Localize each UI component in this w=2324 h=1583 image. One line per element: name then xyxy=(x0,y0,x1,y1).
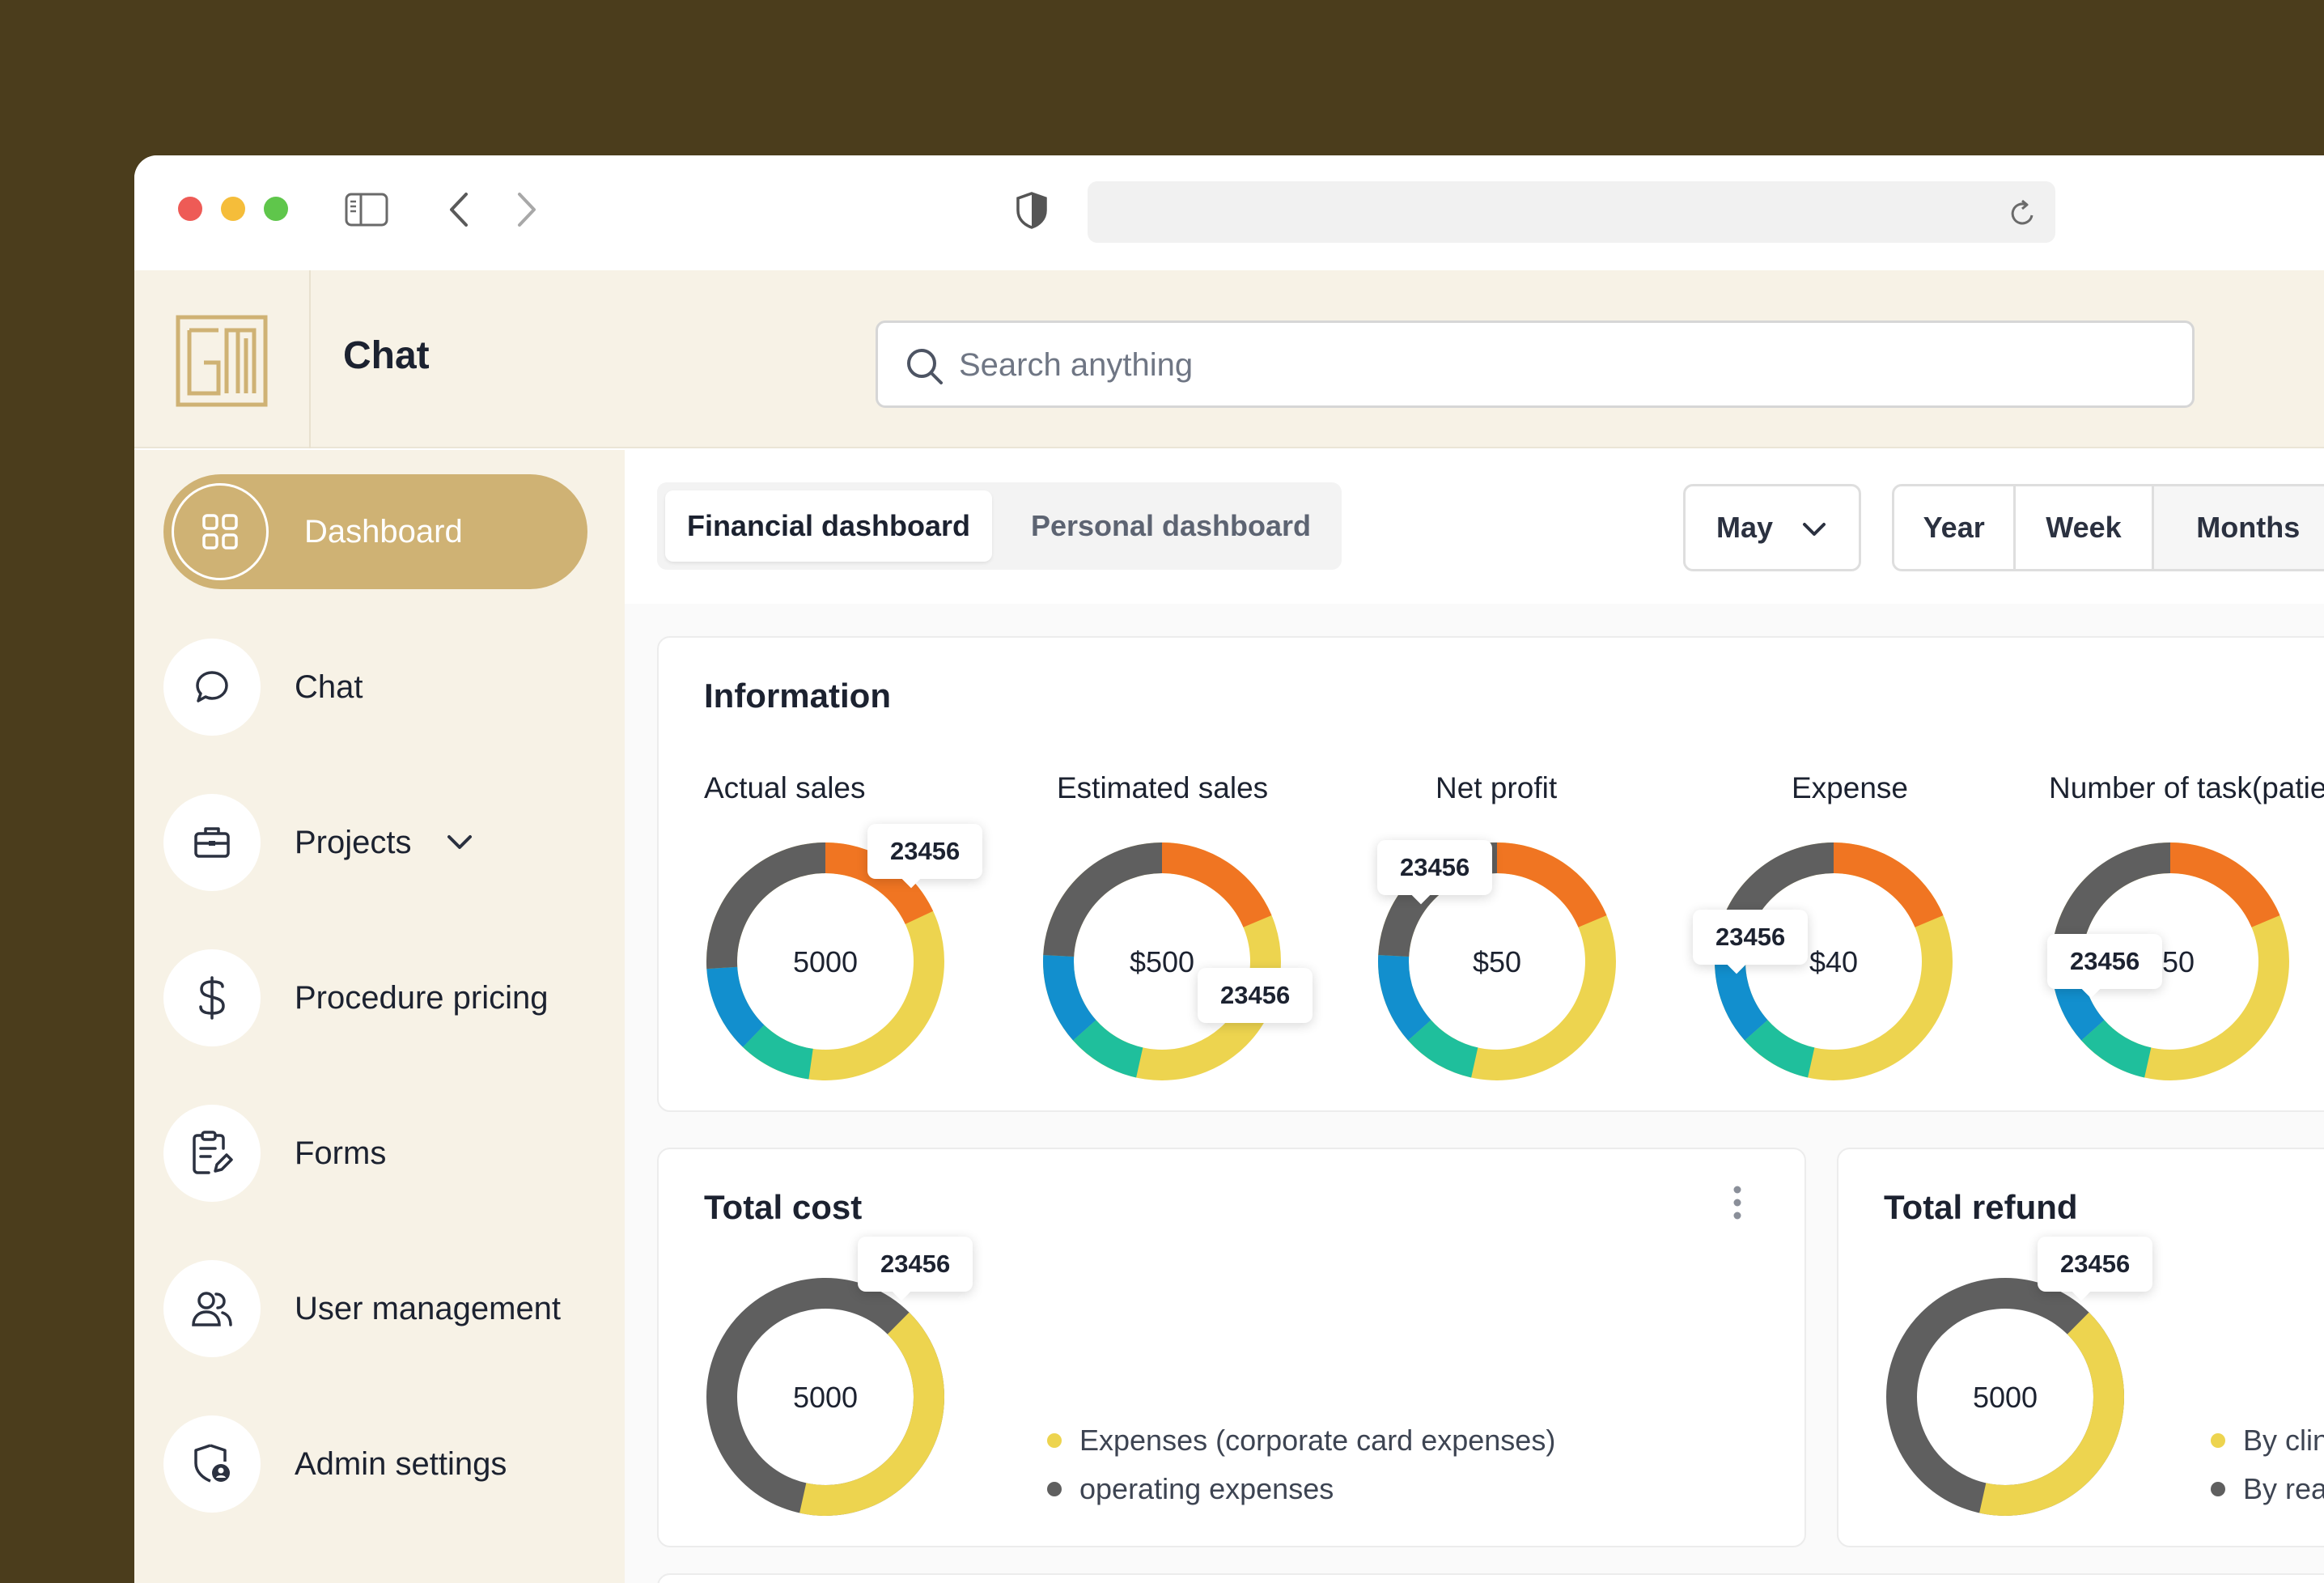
shield-user-icon xyxy=(163,1415,261,1513)
address-bar[interactable] xyxy=(1088,181,2055,243)
yellow-legend-dot xyxy=(1047,1433,1062,1448)
total-refund-value: 5000 xyxy=(1972,1381,2038,1414)
total-cost-legend: Expenses (corporate card expenses) opera… xyxy=(1047,1416,1555,1513)
metric-label-estimated-sales: Estimated sales xyxy=(1057,771,1269,804)
total-refund-title: Total refund xyxy=(1884,1188,2078,1226)
actual-sales-tooltip: 23456 xyxy=(867,824,983,879)
main-content: Financial dashboard Personal dashboard M… xyxy=(625,450,2324,1583)
range-week-button[interactable]: Week xyxy=(2016,486,2154,569)
close-window-button[interactable] xyxy=(178,197,202,221)
metric-label-expense: Expense xyxy=(1792,771,1908,804)
sidebar-item-procedure-pricing[interactable]: Procedure pricing xyxy=(163,940,587,1055)
dashboard-toolbar: Financial dashboard Personal dashboard M… xyxy=(625,450,2324,604)
privacy-shield-icon[interactable] xyxy=(1015,191,1049,230)
net-profit-tooltip: 23456 xyxy=(1377,840,1493,895)
sidebar-item-chat[interactable]: Chat xyxy=(163,630,587,745)
search-box[interactable] xyxy=(876,320,2195,408)
sidebar-toggle-icon[interactable] xyxy=(345,193,388,227)
gray-legend-dot xyxy=(2211,1482,2225,1496)
chat-bubble-icon xyxy=(163,639,261,736)
sidebar-item-label: User management xyxy=(295,1290,562,1326)
dashboard-tabs: Financial dashboard Personal dashboard xyxy=(657,482,1342,570)
reload-icon[interactable] xyxy=(2008,197,2038,228)
page-title: Chat xyxy=(343,334,430,377)
browser-window: Chat Dashboard xyxy=(134,155,2324,1583)
metric-label-actual-sales: Actual sales xyxy=(704,771,866,804)
sidebar-item-user-management[interactable]: User management xyxy=(163,1251,587,1366)
back-arrow-icon[interactable] xyxy=(447,191,469,228)
more-options-icon[interactable] xyxy=(1732,1185,1743,1220)
total-refund-legend: By clin By reas xyxy=(2211,1416,2324,1513)
dollar-icon xyxy=(163,949,261,1046)
yellow-legend-dot xyxy=(2211,1433,2225,1448)
minimize-window-button[interactable] xyxy=(221,197,245,221)
maximize-window-button[interactable] xyxy=(264,197,288,221)
total-cost-tooltip: 23456 xyxy=(858,1237,973,1292)
total-cost-value: 5000 xyxy=(792,1381,859,1414)
sidebar-item-label: Admin settings xyxy=(295,1445,507,1482)
next-card-edge xyxy=(657,1573,2324,1583)
legend-item: Expenses (corporate card expenses) xyxy=(1079,1424,1556,1457)
sidebar-item-label: Projects xyxy=(295,824,412,860)
gm-logo-icon[interactable] xyxy=(175,314,269,408)
month-select[interactable]: May xyxy=(1683,484,1861,571)
grid-icon xyxy=(172,483,269,580)
sidebar-item-label: Procedure pricing xyxy=(295,979,549,1016)
chevron-down-icon[interactable] xyxy=(446,834,473,851)
logo-container xyxy=(134,270,311,448)
sidebar-item-label: Chat xyxy=(295,668,363,705)
net-profit-value: $50 xyxy=(1472,945,1522,978)
sidebar-item-label: Dashboard xyxy=(304,513,463,550)
metric-label-net-profit: Net profit xyxy=(1436,771,1558,804)
month-select-value: May xyxy=(1716,511,1774,544)
users-icon xyxy=(163,1260,261,1357)
range-year-button[interactable]: Year xyxy=(1894,486,2017,569)
sidebar: Dashboard Chat Projects Procedure pricin… xyxy=(134,450,625,1583)
sidebar-item-label: Forms xyxy=(295,1135,387,1171)
sidebar-item-dashboard[interactable]: Dashboard xyxy=(163,474,587,589)
total-refund-card: Total refund 5000 23456 By clin By reas xyxy=(1837,1148,2324,1547)
browser-titlebar xyxy=(134,155,2324,270)
search-icon xyxy=(907,349,943,384)
sidebar-item-projects[interactable]: Projects xyxy=(163,785,587,900)
range-toggle-group: Year Week Months xyxy=(1892,484,2324,571)
expense-tooltip: 23456 xyxy=(1693,910,1809,965)
actual-sales-value: 5000 xyxy=(792,945,859,978)
tab-personal-dashboard[interactable]: Personal dashboard xyxy=(1005,490,1337,562)
number-of-tasks-tooltip: 23456 xyxy=(2047,934,2163,989)
total-cost-card: Total cost 5000 23456 Expenses (corporat… xyxy=(657,1148,1806,1547)
legend-item: By reas xyxy=(2243,1472,2324,1505)
information-card: Information Actual sales 5000 23456 Esti… xyxy=(657,636,2324,1112)
app-header: Chat xyxy=(134,270,2324,448)
information-title: Information xyxy=(704,677,891,715)
metric-label-number-of-tasks: Number of task(patients xyxy=(2049,771,2324,804)
sidebar-item-admin-settings[interactable]: Admin settings xyxy=(163,1407,587,1521)
range-months-button[interactable]: Months xyxy=(2153,486,2324,569)
sidebar-item-forms[interactable]: Forms xyxy=(163,1096,587,1211)
gray-legend-dot xyxy=(1047,1482,1062,1496)
clipboard-edit-icon xyxy=(163,1105,261,1202)
forward-arrow-icon[interactable] xyxy=(516,191,539,228)
briefcase-icon xyxy=(163,794,261,891)
estimated-sales-tooltip: 23456 xyxy=(1198,968,1313,1023)
chevron-down-icon xyxy=(1803,523,1826,536)
tab-financial-dashboard[interactable]: Financial dashboard xyxy=(665,490,992,562)
total-refund-tooltip: 23456 xyxy=(2038,1237,2153,1292)
total-cost-title: Total cost xyxy=(704,1188,863,1226)
search-input[interactable] xyxy=(959,341,2092,389)
legend-item: operating expenses xyxy=(1079,1472,1334,1505)
legend-item: By clin xyxy=(2243,1424,2324,1457)
